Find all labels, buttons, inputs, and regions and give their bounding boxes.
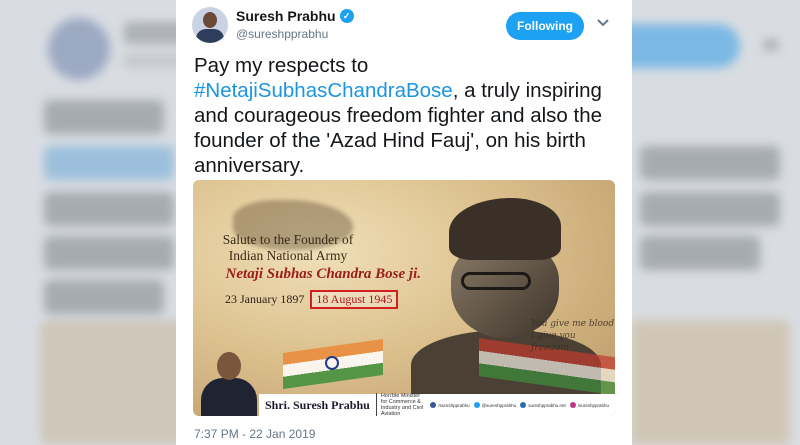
social-label: sureshpprabhu.net (528, 402, 566, 408)
quote-line: You give me blood (531, 319, 615, 329)
background-handle (124, 54, 184, 68)
social-links: /sureshpprabhu @sureshpprabhu sureshppra… (430, 402, 609, 408)
verified-badge-icon: ✓ (339, 9, 354, 23)
background-image (40, 320, 190, 445)
minister-photo (199, 348, 259, 416)
following-button[interactable]: Following (506, 12, 584, 40)
instagram-icon (569, 402, 576, 408)
minister-role: Hon'ble Minister for Commerce & Industry… (375, 393, 425, 416)
background-text-line (44, 146, 174, 180)
salute-heading: Salute to the Founder of Indian National… (193, 232, 383, 264)
facebook-icon (430, 402, 437, 408)
salute-line-1: Salute to the Founder of (222, 232, 354, 247)
death-date: 18 August 1945 (310, 290, 399, 309)
background-text-line (44, 236, 174, 270)
avatar[interactable] (192, 7, 228, 43)
background-text-line (44, 100, 164, 134)
tweet-card: Suresh Prabhu ✓ @sureshpprabhu Following… (176, 0, 632, 445)
social-web: sureshpprabhu.net (520, 402, 566, 408)
display-name[interactable]: Suresh Prabhu (236, 8, 336, 24)
background-text-line (640, 146, 780, 180)
quote-line: I give you freedom (531, 331, 576, 353)
life-dates: 23 January 1897 18 August 1945 (225, 290, 399, 309)
tweet-image[interactable]: You give me blood I give you freedom Sal… (193, 180, 615, 416)
twitter-icon (473, 402, 480, 408)
signature-name: Shri. Suresh Prabhu (265, 397, 370, 412)
social-instagram: /sureshpprabhu (569, 402, 609, 408)
background-chevron (764, 40, 778, 50)
background-text-line (640, 236, 760, 270)
background-text-line (44, 192, 174, 226)
user-handle[interactable]: @sureshpprabhu (236, 27, 328, 41)
author-row[interactable]: Suresh Prabhu ✓ (236, 8, 354, 24)
social-twitter: @sureshpprabhu (473, 402, 517, 408)
salute-line-2: Indian National Army (228, 248, 348, 263)
tweet-text: Pay my respects to #NetajiSubhasChandraB… (194, 53, 622, 178)
tweet-text-prefix: Pay my respects to (194, 54, 369, 77)
image-footer: Shri. Suresh Prabhu Hon'ble Minister for… (259, 393, 615, 416)
social-facebook: /sureshpprabhu (430, 402, 470, 408)
background-image (630, 320, 790, 445)
handwritten-quote: You give me blood I give you freedom (531, 318, 615, 354)
honoree-name: Netaji Subhas Chandra Bose ji. (225, 266, 421, 282)
background-text-line (640, 192, 780, 226)
birth-date: 23 January 1897 (225, 292, 305, 306)
hashtag-link[interactable]: #NetajiSubhasChandraBose (194, 79, 453, 102)
social-label: /sureshpprabhu (438, 402, 470, 408)
social-label: @sureshpprabhu (481, 402, 517, 408)
chakra-graphic (325, 356, 339, 370)
social-label: /sureshpprabhu (577, 402, 609, 408)
web-icon (520, 402, 527, 408)
background-text-line (44, 280, 164, 314)
background-avatar (48, 18, 110, 80)
chevron-down-icon[interactable] (596, 16, 610, 30)
tweet-timestamp[interactable]: 7:37 PM - 22 Jan 2019 (194, 427, 315, 441)
